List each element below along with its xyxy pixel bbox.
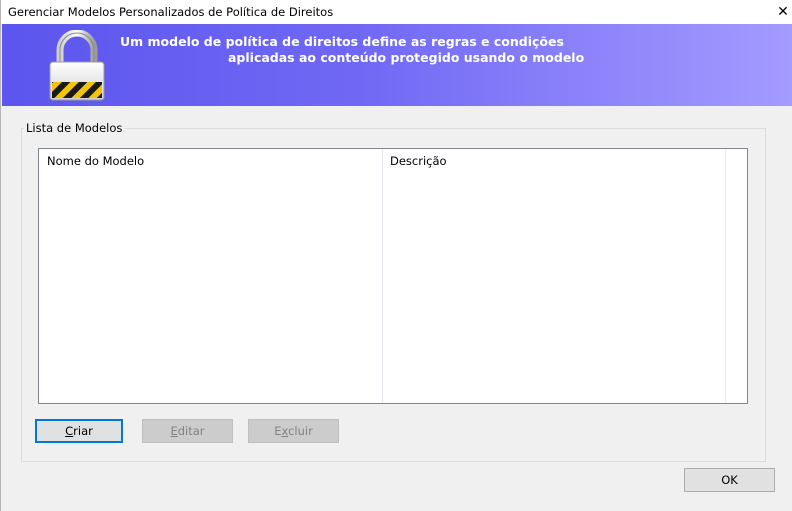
column-divider [725,149,726,403]
templates-list[interactable]: Nome do Modelo Descrição [38,148,748,404]
column-divider [382,149,383,403]
close-icon[interactable]: ✕ [773,0,792,24]
padlock-icon [49,30,105,101]
delete-button[interactable]: Excluir [248,419,339,443]
header-banner: Um modelo de política de direitos define… [2,24,792,106]
edit-button[interactable]: Editar [142,419,233,443]
column-header-name[interactable]: Nome do Modelo [39,149,382,173]
banner-line-1: Um modelo de política de direitos define… [120,34,564,49]
create-button-accelerator: C [65,424,74,438]
banner-text: Um modelo de política de direitos define… [108,34,608,66]
ok-button[interactable]: OK [684,468,775,492]
edit-button-label: ditar [177,424,205,438]
groupbox-legend: Lista de Modelos [24,121,125,135]
edit-button-accelerator: E [170,424,178,438]
column-header-description[interactable]: Descrição [382,149,725,173]
create-button[interactable]: Criar [35,419,123,443]
banner-line-2: aplicadas ao conteúdo protegido usando o… [228,50,585,65]
delete-button-label: cluir [288,424,313,438]
title-bar: Gerenciar Modelos Personalizados de Polí… [1,0,792,24]
window-title: Gerenciar Modelos Personalizados de Polí… [8,5,334,19]
create-button-label: riar [73,424,93,438]
dialog-window: Gerenciar Modelos Personalizados de Polí… [0,0,792,511]
